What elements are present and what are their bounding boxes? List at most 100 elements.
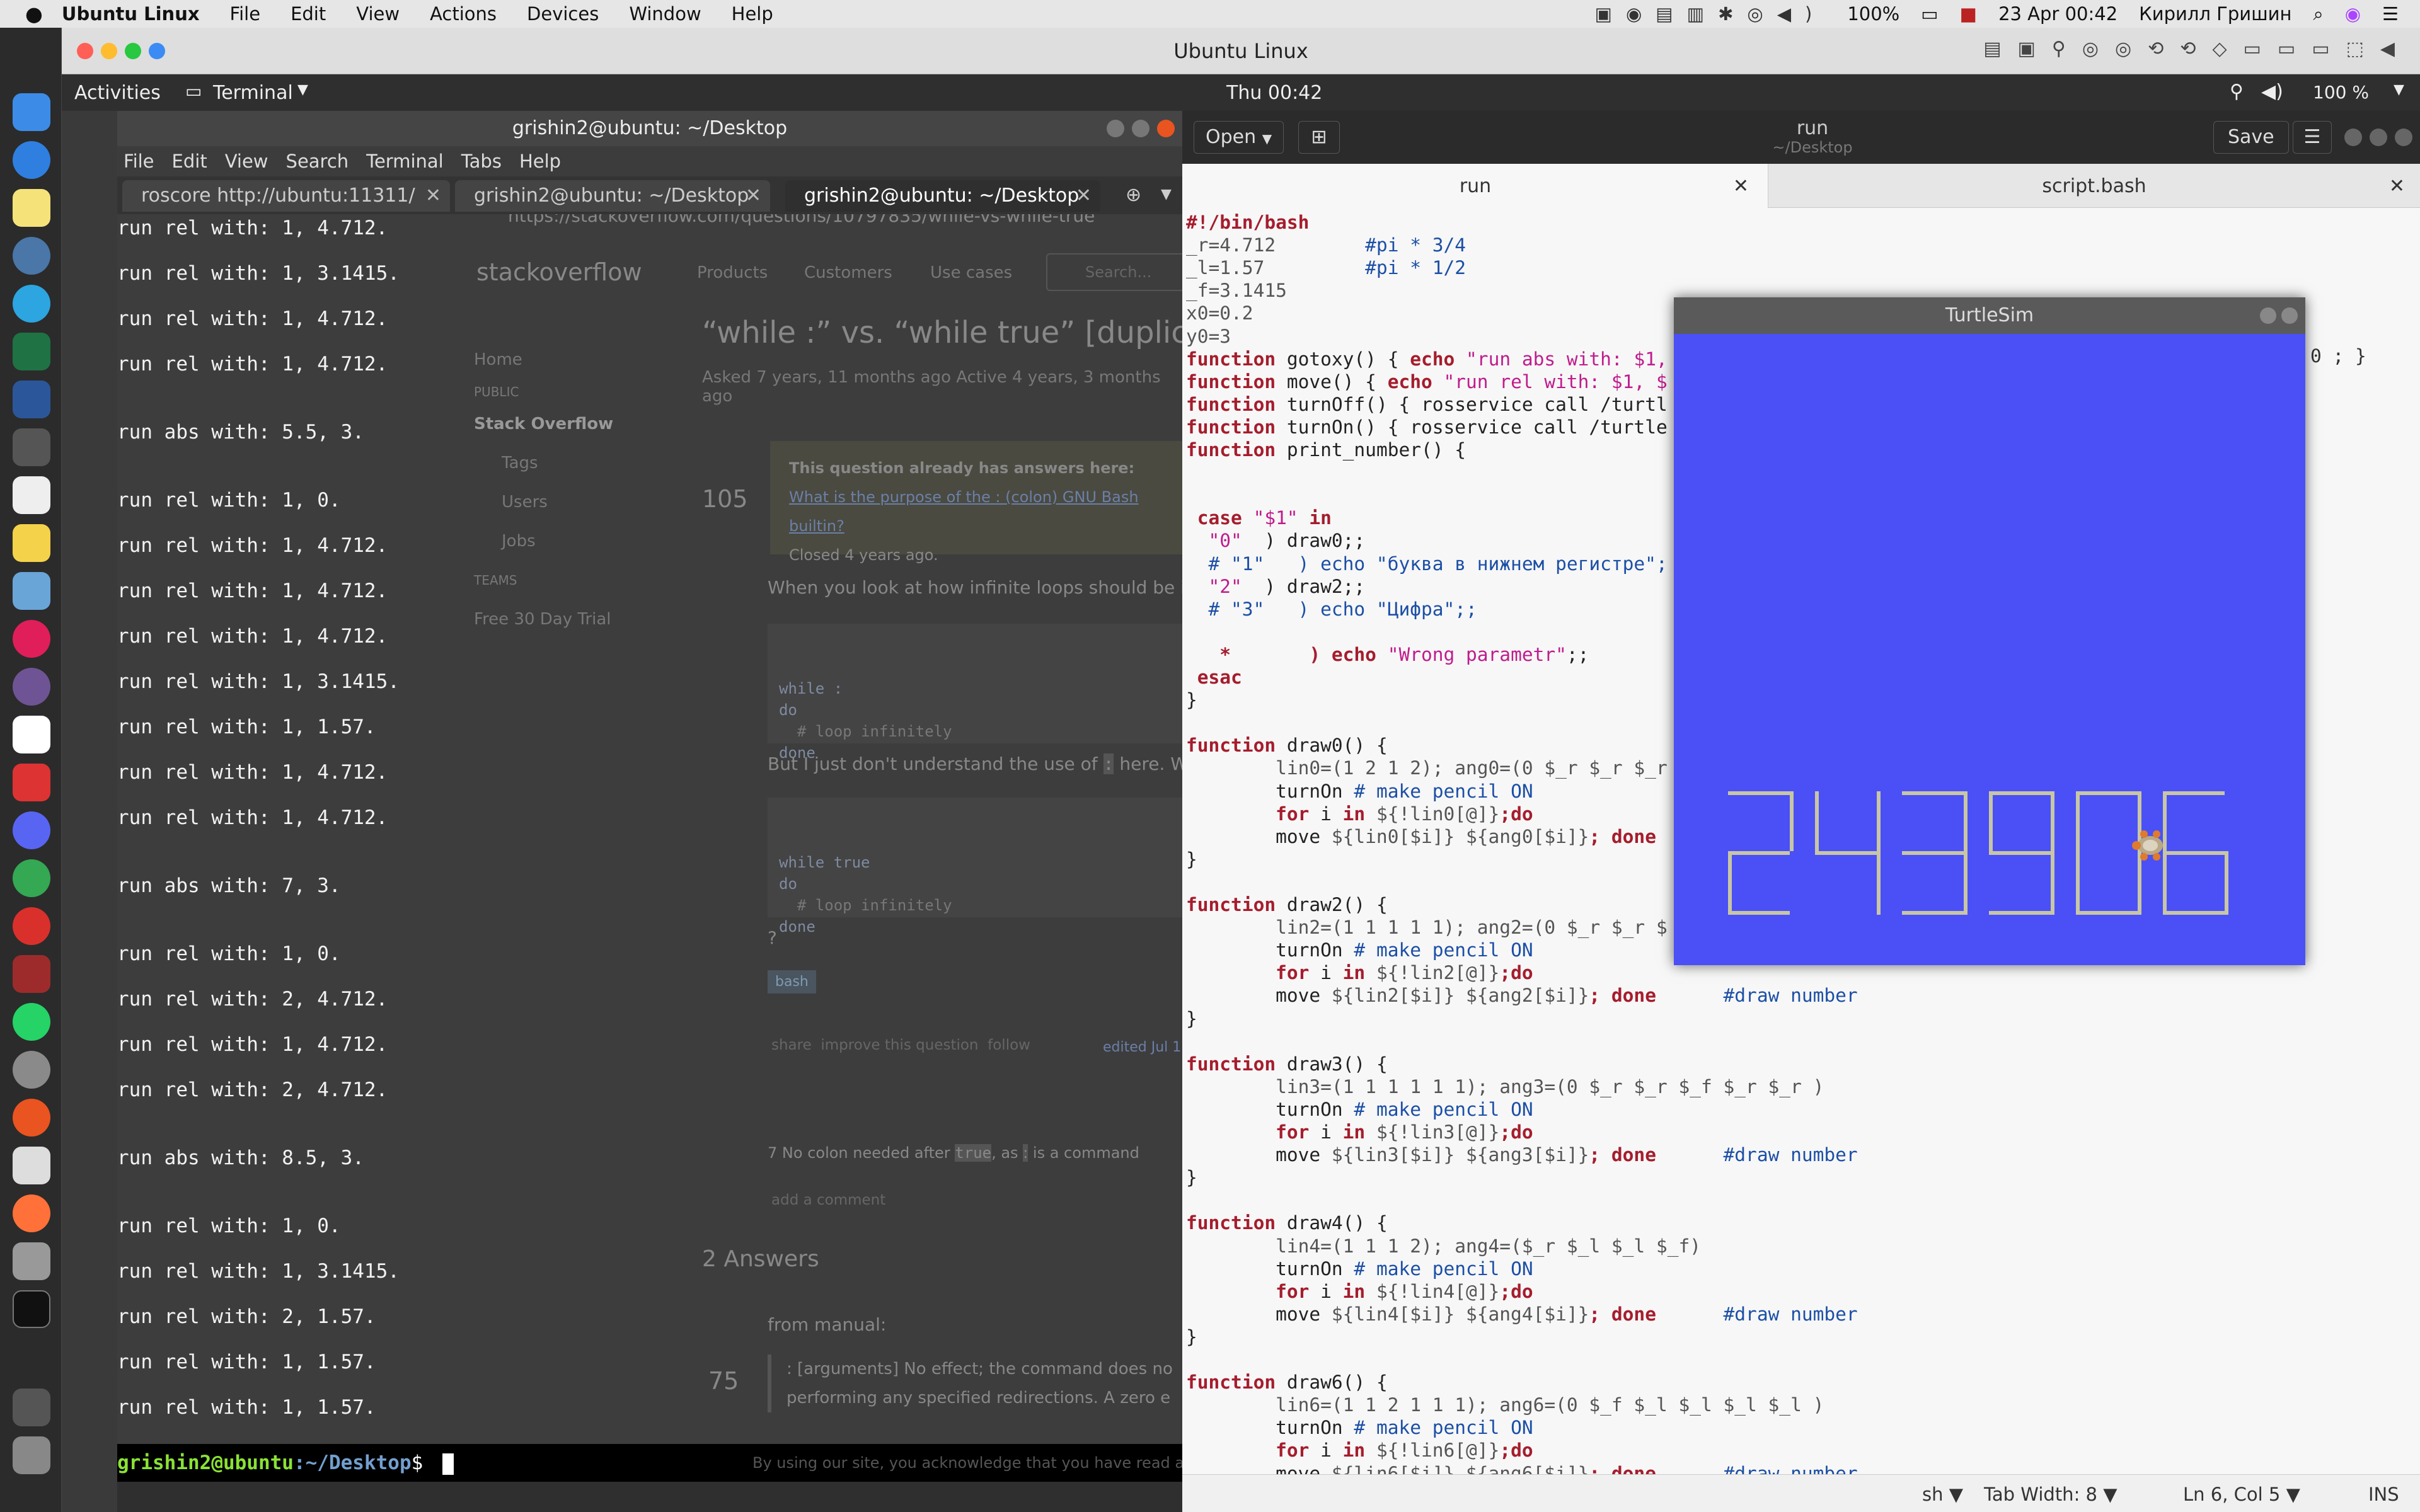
- close-icon[interactable]: ✕: [425, 180, 441, 212]
- word-icon[interactable]: [13, 381, 50, 418]
- terminal-output[interactable]: run rel with: 1, 4.712. run rel with: 1, …: [117, 214, 1182, 1464]
- save-button[interactable]: Save: [2213, 121, 2289, 154]
- close-icon[interactable]: ✕: [746, 180, 761, 212]
- status-icons[interactable]: ▣◉▤▥✱◎◀): [1595, 3, 1826, 25]
- volume-icon[interactable]: ◀): [2261, 81, 2283, 103]
- cursor-position[interactable]: Ln 6, Col 5 ▼: [2183, 1484, 2300, 1505]
- terminal-tab[interactable]: roscore http://ubuntu:11311/ ✕: [122, 180, 450, 212]
- disk-utility-icon[interactable]: [13, 1242, 50, 1280]
- terminal-line: run rel with: 1, 4.712.: [117, 217, 388, 239]
- terminal-app-icon: ▭: [185, 81, 202, 101]
- trash-icon[interactable]: [13, 1436, 50, 1474]
- close-icon[interactable]: ✕: [1076, 180, 1092, 212]
- menu-view[interactable]: View: [356, 3, 400, 25]
- github-icon[interactable]: [13, 668, 50, 706]
- menu-actions[interactable]: Actions: [430, 3, 497, 25]
- notes-icon[interactable]: [13, 189, 50, 227]
- gnome-clock[interactable]: Thu 00:42: [1226, 82, 1322, 104]
- texteditor-icon[interactable]: [13, 1147, 50, 1184]
- close-icon[interactable]: ✕: [2389, 175, 2405, 197]
- network-icon[interactable]: ⚲: [2230, 81, 2244, 103]
- chevron-down-icon[interactable]: ▼: [297, 82, 308, 98]
- menu-tabs[interactable]: Tabs: [461, 151, 502, 172]
- safari-icon[interactable]: [13, 141, 50, 179]
- apple-icon[interactable]: ●: [25, 2, 43, 26]
- whatsapp-icon[interactable]: [13, 1003, 50, 1041]
- flag-icon[interactable]: ■: [1960, 3, 1977, 25]
- code-token: #draw number: [1656, 1144, 1858, 1166]
- ubuntu-icon[interactable]: [13, 1099, 50, 1137]
- menu-window[interactable]: Window: [629, 3, 701, 25]
- downloads-icon[interactable]: [13, 1389, 50, 1426]
- hamburger-menu-icon[interactable]: ☰: [2293, 121, 2332, 154]
- menu-view[interactable]: View: [225, 151, 268, 172]
- minimize-button[interactable]: [2344, 129, 2362, 146]
- terminal-tab-active[interactable]: grishin2@ubuntu: ~/Desktop ✕: [785, 180, 1100, 212]
- dictionary-icon[interactable]: [13, 955, 50, 993]
- activities-button[interactable]: Activities: [74, 82, 161, 104]
- code-line: turnOn # make pencil ON: [1186, 939, 1533, 961]
- close-button[interactable]: [2281, 307, 2298, 324]
- battery-icon[interactable]: ▭: [1921, 3, 1938, 25]
- chrome-icon[interactable]: [13, 859, 50, 897]
- code-line: }: [1186, 1167, 1197, 1188]
- textedit-icon[interactable]: [13, 476, 50, 514]
- control-center-icon[interactable]: ☰: [2382, 3, 2399, 25]
- minimize-button[interactable]: [1107, 120, 1124, 137]
- vm-toolbar-icons[interactable]: ▤▣⚲◎◎⟲⟲◇▭▭▭⬚◀: [1983, 38, 2411, 60]
- menu-edit[interactable]: Edit: [291, 3, 326, 25]
- search-icon[interactable]: ⌕: [2313, 3, 2323, 25]
- firefox-icon[interactable]: [13, 1194, 50, 1232]
- turtle-icon: [2131, 827, 2169, 864]
- maximize-button[interactable]: [2370, 129, 2387, 146]
- terminal-prompt[interactable]: grishin2@ubuntu:~/Desktop$ By using our …: [117, 1444, 1204, 1482]
- settings-icon[interactable]: [13, 1051, 50, 1089]
- menu-help[interactable]: Help: [519, 151, 561, 172]
- insert-mode[interactable]: INS: [2368, 1484, 2399, 1505]
- power-menu-icon[interactable]: ▼: [2394, 82, 2404, 98]
- excel-icon[interactable]: [13, 333, 50, 370]
- parallels-icon[interactable]: [13, 764, 50, 801]
- code-token: function: [1186, 370, 1276, 392]
- menu-help[interactable]: Help: [732, 3, 773, 25]
- user-name[interactable]: Кирилл Гришин: [2139, 3, 2291, 25]
- close-button[interactable]: [2395, 129, 2412, 146]
- stickies-icon[interactable]: [13, 524, 50, 562]
- vk-icon[interactable]: [13, 237, 50, 275]
- menu-file[interactable]: File: [230, 3, 261, 25]
- terminal-icon[interactable]: [13, 1290, 50, 1328]
- zoom-text[interactable]: 100 %: [2313, 82, 2369, 103]
- close-button[interactable]: [1157, 120, 1175, 137]
- menu-terminal[interactable]: Terminal: [366, 151, 444, 172]
- tabs-menu-icon[interactable]: ▼: [1161, 186, 1172, 202]
- maximize-button[interactable]: [1132, 120, 1150, 137]
- app-menu[interactable]: Terminal: [213, 82, 293, 104]
- slack-icon[interactable]: [13, 620, 50, 658]
- hrw-ros-icon[interactable]: [13, 428, 50, 466]
- menu-file[interactable]: File: [124, 151, 154, 172]
- tab-width-selector[interactable]: Tab Width: 8 ▼: [1984, 1484, 2118, 1505]
- menu-edit[interactable]: Edit: [172, 151, 207, 172]
- editor-tab-run[interactable]: run ✕: [1182, 164, 1768, 208]
- new-tab-icon[interactable]: ⊕: [1126, 184, 1141, 206]
- discord-icon[interactable]: [13, 811, 50, 849]
- menu-devices[interactable]: Devices: [527, 3, 599, 25]
- clock-text[interactable]: 23 Apr 00:42: [1998, 3, 2118, 25]
- preview-icon[interactable]: [13, 572, 50, 610]
- language-selector[interactable]: sh ▼: [1922, 1484, 1963, 1505]
- telegram-icon[interactable]: [13, 285, 50, 323]
- calendar-icon[interactable]: [13, 716, 50, 753]
- terminal-tab[interactable]: grishin2@ubuntu: ~/Desktop ✕: [455, 180, 770, 212]
- messages-icon[interactable]: [13, 907, 50, 945]
- siri-icon[interactable]: ◉: [2345, 3, 2361, 25]
- minimize-button[interactable]: [2260, 307, 2276, 324]
- finder-icon[interactable]: [13, 93, 50, 131]
- editor-tab-script[interactable]: script.bash ✕: [1768, 164, 2420, 208]
- editor-headerbar: Open ▼ ⊞ run ~/Desktop Save ☰: [1182, 111, 2420, 164]
- menu-search[interactable]: Search: [286, 151, 349, 172]
- close-icon[interactable]: ✕: [1733, 175, 1749, 197]
- battery-text[interactable]: 100%: [1847, 3, 1899, 25]
- code-line: lin3=(1 1 1 1 1 1); ang3=(0 $_r $_r $_f …: [1186, 1076, 1824, 1097]
- terminal-line: run rel with: 1, 0.: [117, 942, 341, 965]
- app-name[interactable]: Ubuntu Linux: [62, 3, 200, 25]
